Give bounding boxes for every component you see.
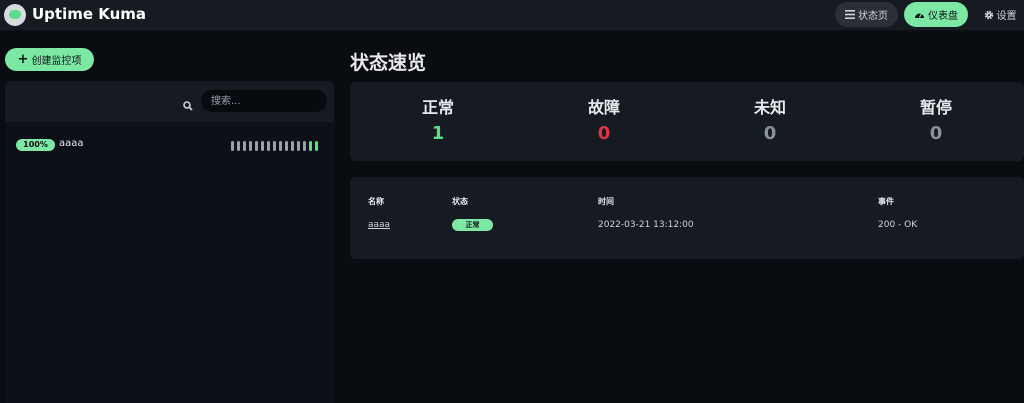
stat-up-value: 1: [431, 123, 445, 144]
stat-up: 正常 1: [378, 94, 498, 144]
dashboard-nav-button[interactable]: 仪表盘: [904, 2, 968, 27]
top-navbar: Uptime Kuma 状态页 仪表盘 设置: [0, 0, 1024, 31]
status-summary-card: 正常 1 故障 0 未知 0 暂停 0: [350, 82, 1024, 161]
settings-nav-button[interactable]: 设置: [980, 2, 1020, 27]
uptime-badge: 100%: [16, 139, 55, 151]
search-icon: [183, 96, 193, 115]
heartbeat-empty: [249, 141, 252, 151]
stat-unknown-label: 未知: [753, 98, 786, 117]
event-monitor-link[interactable]: aaaa: [368, 220, 390, 230]
monitor-list-panel: 100% aaaa: [5, 81, 334, 403]
search-input[interactable]: [201, 90, 327, 112]
stat-paused: 暂停 0: [876, 94, 996, 144]
gauge-icon: [914, 10, 925, 20]
column-header-time: 时间: [598, 197, 614, 206]
status-page-nav-label: 状态页: [858, 11, 888, 22]
heartbeat-bar: [231, 141, 321, 152]
heartbeat-empty: [237, 141, 240, 151]
heartbeat-empty: [255, 141, 258, 151]
add-monitor-label: 创建监控项: [31, 56, 82, 67]
gear-icon: [984, 10, 994, 20]
column-header-message: 事件: [878, 197, 894, 206]
settings-nav-label: 设置: [996, 11, 1017, 22]
stat-paused-label: 暂停: [919, 98, 952, 117]
stat-unknown: 未知 0: [710, 94, 830, 144]
heartbeat-empty: [261, 141, 264, 151]
heartbeat-empty: [285, 141, 288, 151]
event-time: 2022-03-21 13:12:00: [598, 220, 694, 230]
stat-down-label: 故障: [587, 98, 620, 117]
list-icon: [845, 10, 855, 19]
heartbeat-empty: [297, 141, 300, 151]
event-message: 200 - OK: [878, 220, 918, 230]
heartbeat-empty: [273, 141, 276, 151]
heartbeat-empty: [267, 141, 270, 151]
heartbeat-empty: [303, 141, 306, 151]
event-status-badge: 正常: [452, 219, 493, 231]
monitor-name: aaaa: [59, 138, 84, 149]
heartbeat-empty: [231, 141, 234, 151]
stat-paused-value: 0: [929, 123, 943, 144]
monitor-list-item[interactable]: 100% aaaa: [5, 133, 334, 157]
events-table-card: 名称 状态 时间 事件 aaaa 正常 2022-03-21 13:12:00 …: [350, 177, 1024, 259]
uptime-kuma-logo-icon[interactable]: [4, 4, 26, 26]
heartbeat-up: [309, 141, 312, 151]
add-monitor-button[interactable]: + 创建监控项: [5, 48, 94, 71]
monitor-list-header: [5, 81, 334, 122]
column-header-status: 状态: [452, 197, 468, 206]
column-header-name: 名称: [368, 197, 384, 206]
heartbeat-up: [315, 141, 318, 151]
status-page-nav-button[interactable]: 状态页: [835, 2, 898, 27]
stat-down: 故障 0: [544, 94, 664, 144]
stat-down-value: 0: [597, 123, 611, 144]
heartbeat-empty: [279, 141, 282, 151]
heartbeat-empty: [291, 141, 294, 151]
plus-icon: +: [17, 52, 29, 67]
heartbeat-empty: [243, 141, 246, 151]
stat-up-label: 正常: [421, 98, 454, 117]
page-title: 状态速览: [350, 52, 427, 74]
stat-unknown-value: 0: [763, 123, 777, 144]
dashboard-nav-label: 仪表盘: [928, 11, 958, 22]
app-title[interactable]: Uptime Kuma: [32, 5, 146, 23]
